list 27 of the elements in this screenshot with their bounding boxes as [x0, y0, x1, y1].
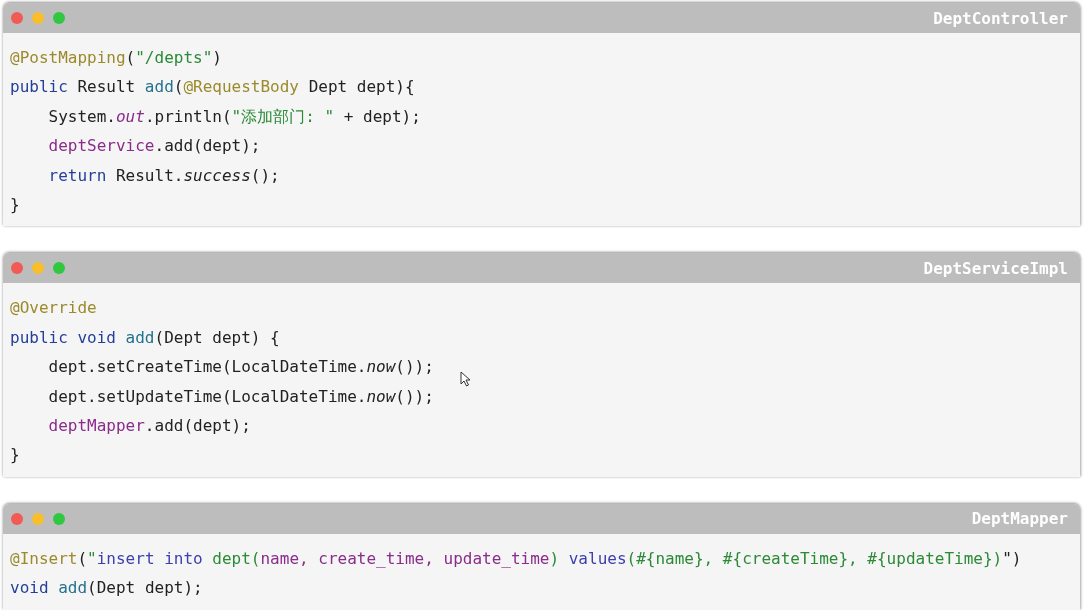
code-line: deptService.add(dept); — [47, 135, 261, 158]
close-dot-icon — [11, 262, 23, 275]
maximize-dot-icon — [53, 12, 65, 24]
close-dot-icon — [11, 512, 23, 525]
code-line: System.out.println("添加部门: " + dept); — [47, 105, 421, 128]
minimize-dot-icon — [32, 12, 44, 24]
code-line: return Result.success(); — [47, 164, 280, 187]
code-line: @PostMapping("/depts") — [10, 47, 222, 69]
code-line: } — [10, 194, 20, 217]
code-line: @Insert("insert into dept(name, create_time, update_time) values(#{name}, #{createTime}, #{updateTime})") — [10, 547, 1022, 570]
file-title: DeptController — [933, 8, 1068, 28]
file-title: DeptMapper — [971, 509, 1068, 529]
code-line: deptMapper.add(dept); — [47, 415, 251, 438]
mouse-pointer-icon — [460, 371, 471, 388]
code-line: @Override — [10, 297, 97, 320]
code-line: dept.setCreateTime(LocalDateTime.now()); — [47, 356, 434, 379]
close-dot-icon — [11, 12, 23, 24]
file-title: DeptServiceImpl — [923, 258, 1068, 278]
minimize-dot-icon — [32, 262, 44, 275]
maximize-dot-icon — [53, 512, 65, 525]
minimize-dot-icon — [32, 512, 44, 525]
code-line: public void add(Dept dept) { — [10, 326, 280, 349]
code-line: } — [10, 444, 20, 467]
maximize-dot-icon — [53, 262, 65, 275]
code-line: public Result add(@RequestBody Dept dept){ — [10, 76, 415, 99]
code-line: void add(Dept dept); — [10, 577, 203, 600]
code-line: dept.setUpdateTime(LocalDateTime.now()); — [47, 385, 434, 408]
